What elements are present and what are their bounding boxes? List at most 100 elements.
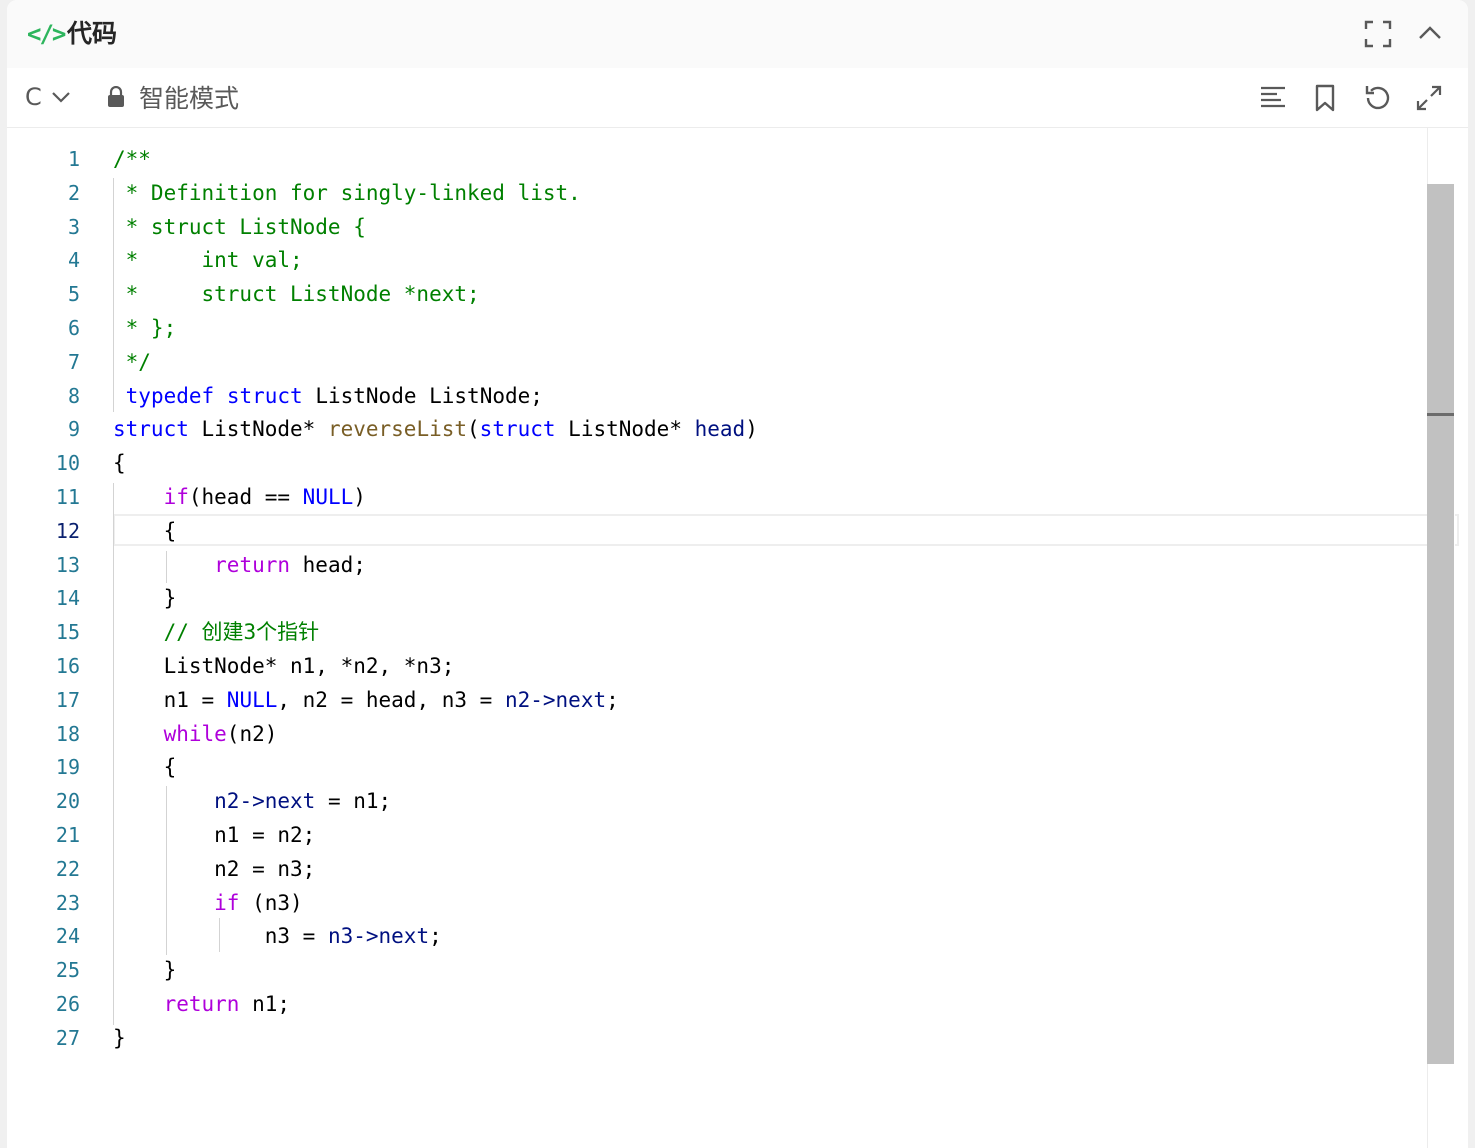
code-token: * };: [113, 316, 177, 340]
code-text: // 创建3个指针: [113, 615, 320, 649]
scrollbar-cursor-marker: [1427, 413, 1454, 416]
line-number: 11: [55, 485, 80, 509]
code-token: struct: [113, 417, 189, 442]
code-line[interactable]: 11 if(head == NULL): [7, 480, 1434, 514]
chevron-down-icon: [51, 92, 70, 103]
code-text: * struct ListNode *next;: [113, 277, 480, 311]
code-text: {: [113, 750, 177, 784]
code-token: n3 =: [113, 924, 328, 949]
line-number: 2: [67, 180, 80, 205]
fullscreen-icon[interactable]: [1362, 18, 1394, 50]
code-line[interactable]: 23 if (n3): [7, 886, 1434, 920]
code-line[interactable]: 24 n3 = n3->next;: [7, 919, 1434, 953]
code-line[interactable]: 17 n1 = NULL, n2 = head, n3 = n2->next;: [7, 683, 1434, 717]
code-line[interactable]: 9 struct ListNode* reverseList(struct Lis…: [7, 412, 1434, 446]
line-number: 13: [55, 552, 80, 577]
code-line[interactable]: 21 n1 = n2;: [7, 818, 1434, 852]
code-token: struct: [479, 417, 556, 442]
language-label: C: [25, 83, 42, 111]
code-line[interactable]: 8 typedef struct ListNode ListNode;: [7, 379, 1434, 413]
code-text: while(n2): [113, 717, 278, 751]
language-select[interactable]: C: [25, 81, 72, 113]
code-line[interactable]: 20 n2->next = n1;: [7, 784, 1434, 818]
code-line[interactable]: 5 * struct ListNode *next;: [7, 277, 1434, 311]
code-line[interactable]: 18 while(n2): [7, 717, 1434, 751]
code-line[interactable]: 12 {: [7, 514, 1434, 548]
code-line[interactable]: 10 {: [7, 446, 1434, 480]
format-icon[interactable]: [1257, 82, 1289, 114]
code-token: n1 = n2;: [113, 823, 316, 847]
code-token: }: [113, 958, 177, 983]
smart-mode[interactable]: 智能模式: [107, 81, 239, 113]
code-token: ): [353, 485, 366, 509]
code-token: n2 = n3;: [113, 856, 316, 881]
code-token: */: [113, 349, 151, 374]
code-icon: </>: [27, 20, 66, 48]
code-token: }: [113, 586, 177, 611]
code-line[interactable]: 6 * };: [7, 311, 1434, 345]
code-line[interactable]: 14 }: [7, 581, 1434, 615]
code-token: return: [214, 552, 291, 577]
code-text: {: [113, 514, 177, 548]
code-token: (n3): [239, 890, 303, 915]
code-token: n2->next: [214, 789, 316, 814]
collapse-up-icon[interactable]: [1414, 18, 1446, 50]
code-line[interactable]: 19 {: [7, 750, 1434, 784]
code-text: * };: [113, 311, 177, 345]
panel-header: </> 代码: [7, 0, 1468, 69]
code-token: head;: [290, 552, 366, 577]
line-number: 16: [55, 654, 80, 678]
code-text: n2->next = n1;: [113, 784, 391, 818]
code-line[interactable]: 13 return head;: [7, 548, 1434, 582]
lock-icon: [108, 86, 124, 107]
code-token: struct: [226, 383, 303, 408]
code-text: * struct ListNode {: [113, 210, 366, 244]
code-text: }: [113, 581, 177, 615]
code-line[interactable]: 15 // 创建3个指针: [7, 615, 1434, 649]
line-number: 6: [67, 316, 80, 340]
code-token: (head ==: [188, 485, 303, 509]
code-token: // 创建3个指针: [113, 620, 320, 645]
code-line[interactable]: 22 n2 = n3;: [7, 852, 1434, 886]
code-token: = n1;: [315, 789, 392, 814]
code-line[interactable]: 27}: [7, 1021, 1434, 1055]
code-token: n3->next: [327, 924, 430, 949]
code-token: next: [555, 687, 607, 712]
code-text: return head;: [113, 548, 366, 582]
line-number: 24: [55, 924, 80, 949]
code-text: }: [113, 1021, 126, 1055]
code-line[interactable]: 2 * Definition for singly-linked list.: [7, 176, 1434, 210]
panel-title: 代码: [67, 19, 118, 48]
code-line[interactable]: 16 ListNode* n1, *n2, *n3;: [7, 649, 1434, 683]
code-editor[interactable]: 1 /** 2 * Definition for singly-linked lis…: [7, 128, 1459, 1148]
line-number: 12: [55, 518, 80, 543]
line-number: 7: [67, 349, 80, 374]
code-line[interactable]: 26 return n1;: [7, 987, 1434, 1021]
code-token: ): [745, 417, 758, 442]
code-token: * struct ListNode *next;: [113, 282, 480, 307]
code-token: n1;: [239, 992, 291, 1016]
line-number: 1: [67, 147, 80, 171]
undo-icon[interactable]: [1361, 82, 1393, 114]
code-token: NULL: [226, 687, 278, 712]
code-line[interactable]: 7 */: [7, 345, 1434, 379]
code-text: return n1;: [113, 987, 290, 1021]
code-text: struct ListNode* reverseList(struct List…: [113, 412, 758, 446]
code-line[interactable]: 1 /**: [7, 142, 1434, 176]
code-token: , n2 = head, n3 =: [277, 687, 505, 712]
code-token: if: [214, 890, 240, 915]
expand-icon[interactable]: [1413, 82, 1445, 114]
bookmark-icon[interactable]: [1309, 82, 1341, 114]
scrollbar-thumb[interactable]: [1427, 184, 1454, 1064]
code-line[interactable]: 25 }: [7, 953, 1434, 987]
code-token: typedef: [125, 383, 215, 408]
code-line[interactable]: 3 * struct ListNode {: [7, 210, 1434, 244]
line-number: 27: [55, 1025, 80, 1050]
code-line[interactable]: 4 * int val;: [7, 243, 1434, 277]
code-text: n1 = NULL, n2 = head, n3 = n2->next;: [113, 683, 619, 717]
code-token: ListNode*: [555, 417, 695, 442]
code-token: n1 =: [113, 687, 227, 712]
code-text: n3 = n3->next;: [113, 919, 442, 953]
